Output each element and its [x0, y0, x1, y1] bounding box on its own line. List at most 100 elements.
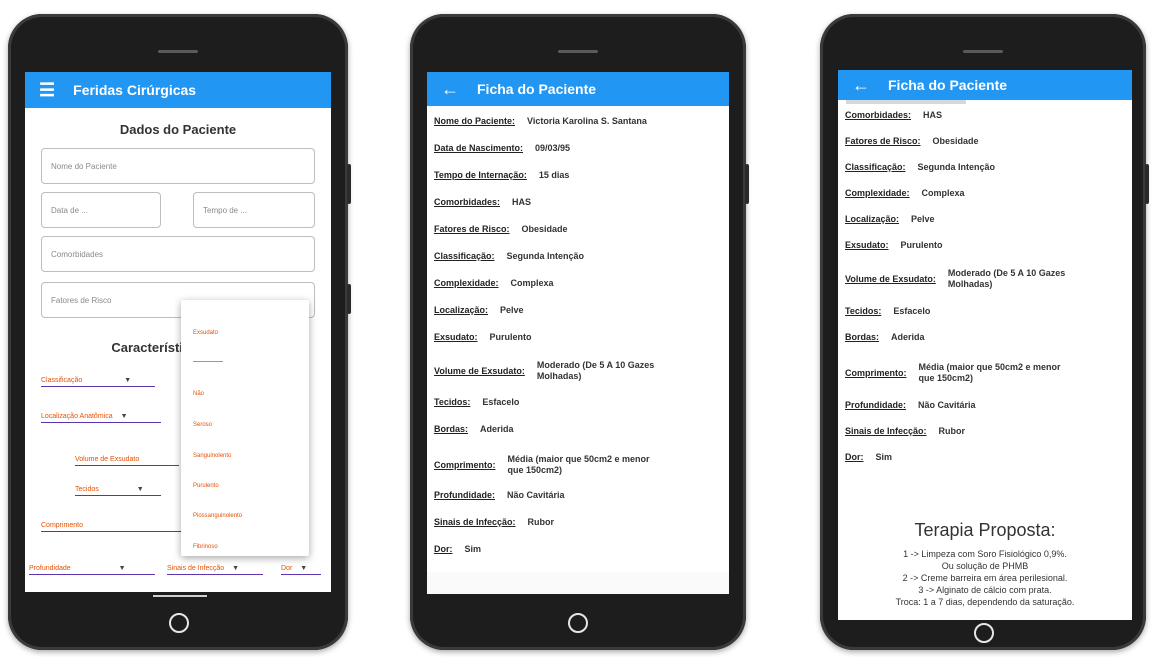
- footer-strip: [427, 572, 729, 594]
- phone-device-1: ☰ Feridas Cirúrgicas Dados do Paciente N…: [8, 14, 351, 650]
- phone-screen-1: ☰ Feridas Cirúrgicas Dados do Paciente N…: [25, 72, 331, 592]
- dropdown-option[interactable]: Piossanguinolento: [193, 513, 242, 519]
- record-label: Data de Nascimento:: [434, 143, 524, 153]
- record-row: Exsudato: Purulento: [434, 332, 532, 342]
- record-row: Tempo de Internação: 15 dias: [434, 170, 569, 180]
- record-label: Tempo de Internação:: [434, 170, 527, 180]
- record-value: 09/03/95: [535, 143, 571, 153]
- side-button: [1145, 164, 1149, 204]
- location-select[interactable]: Localização Anatômica ▼: [41, 413, 161, 423]
- record-label: Profundidade:: [434, 490, 495, 500]
- record-value: Obesidade: [932, 136, 979, 146]
- speaker-grille: [963, 50, 1003, 53]
- record-row: Fatores de Risco: Obesidade: [434, 224, 568, 234]
- dropdown-option[interactable]: Purulento: [193, 483, 219, 489]
- record-label: Bordas:: [434, 424, 469, 434]
- dropdown-arrow-icon: ▼: [300, 565, 308, 572]
- record-value: Moderado (De 5 A 10 Gazes Molhadas): [536, 360, 655, 381]
- record-value: Victoria Karolina S. Santana: [527, 116, 647, 126]
- app-bar-title: Ficha do Paciente: [477, 81, 597, 97]
- home-button-icon[interactable]: [974, 623, 994, 643]
- home-button-icon[interactable]: [169, 613, 189, 633]
- record-label: Sinais de Infecção:: [434, 517, 516, 527]
- birth-date-field[interactable]: Data de ...: [41, 192, 161, 228]
- select-label: Profundidade: [29, 565, 71, 572]
- dropdown-divider: [193, 361, 223, 362]
- record-label: Dor:: [434, 544, 453, 554]
- record-row: Comprimento: Média (maior que 50cm2 e men…: [434, 454, 658, 476]
- record-label: Exsudato:: [434, 332, 478, 342]
- therapy-line: 2 -> Creme barreira em área perilesional…: [902, 573, 1068, 583]
- record-row: Sinais de Infecção: Rubor: [845, 426, 965, 436]
- app-bar-title: Ficha do Paciente: [888, 77, 1008, 93]
- record-row: Fatores de Risco: Obesidade: [845, 136, 979, 146]
- infection-signs-select[interactable]: Sinais de Infecção ▼: [167, 565, 263, 575]
- phone-device-3: ← Ficha do Paciente Comorbidades: HAS Fato…: [820, 14, 1149, 650]
- record-row: Profundidade: Não Cavitária: [434, 490, 565, 500]
- record-label: Localização:: [845, 214, 900, 224]
- arrow-left-icon[interactable]: ←: [441, 79, 459, 100]
- record-row: Volume de Exsudato: Moderado (De 5 A 10 G…: [434, 360, 687, 382]
- side-button: [347, 284, 351, 314]
- record-value: Não Cavitária: [507, 490, 565, 500]
- patient-name-field[interactable]: Nome do Paciente: [41, 148, 315, 184]
- dropdown-arrow-icon: ▼: [232, 565, 240, 572]
- record-label: Volume de Exsudato:: [434, 366, 525, 376]
- arrow-left-icon[interactable]: ←: [852, 75, 870, 96]
- record-label: Profundidade:: [845, 400, 906, 410]
- record-row: Nome do Paciente: Victoria Karolina S. Sa…: [434, 116, 647, 126]
- hamburger-icon[interactable]: ☰: [39, 80, 55, 101]
- comorbidities-field[interactable]: Comorbidades: [41, 236, 315, 272]
- record-row: Bordas: Aderida: [434, 424, 514, 434]
- stay-time-field[interactable]: Tempo de ...: [193, 192, 315, 228]
- record-label: Fatores de Risco:: [845, 136, 921, 146]
- therapy-line: 1 -> Limpeza com Soro Fisiológico 0,9%.: [903, 549, 1067, 559]
- record-value: Média (maior que 50cm2 e menor que 150cm…: [507, 454, 650, 475]
- dropdown-option[interactable]: Fibrinoso: [193, 544, 218, 550]
- home-button-icon[interactable]: [568, 613, 588, 633]
- record-value: Não Cavitária: [918, 400, 976, 410]
- classification-select[interactable]: Classificação ▼: [41, 377, 155, 387]
- therapy-line: Troca: 1 a 7 dias, dependendo da saturaç…: [895, 597, 1075, 607]
- therapy-line: Ou solução de PHMB: [941, 561, 1029, 571]
- record-row: Complexidade: Complexa: [845, 188, 965, 198]
- select-label: Dor: [281, 565, 293, 572]
- exudate-volume-select[interactable]: Volume de Exsudato: [75, 456, 179, 466]
- speaker-grille: [558, 50, 598, 53]
- record-value: HAS: [512, 197, 532, 207]
- record-label: Complexidade:: [845, 188, 910, 198]
- nav-indicator: [153, 595, 207, 597]
- record-row: Sinais de Infecção: Rubor: [434, 517, 554, 527]
- record-label: Comorbidades:: [434, 197, 501, 207]
- select-label: Comprimento: [41, 522, 84, 529]
- record-row: Volume de Exsudato: Moderado (De 5 A 10 G…: [845, 268, 1108, 290]
- length-select[interactable]: Comprimento: [41, 522, 181, 532]
- record-value: Pelve: [500, 305, 524, 315]
- record-row: Comorbidades: HAS: [845, 110, 942, 120]
- record-label: Bordas:: [845, 332, 880, 342]
- dropdown-option[interactable]: Sanguinolento: [193, 453, 231, 459]
- app-bar: ☰ Feridas Cirúrgicas: [25, 72, 331, 108]
- record-row: Dor: Sim: [845, 452, 892, 462]
- select-label: Volume de Exsudato: [75, 456, 140, 463]
- section-title: Dados do Paciente: [119, 122, 237, 137]
- record-value: Sim: [875, 452, 893, 462]
- record-row: Classificação: Segunda Intenção: [434, 251, 584, 261]
- tissues-select[interactable]: Tecidos ▼: [75, 486, 161, 496]
- dropdown-option[interactable]: Não: [193, 391, 204, 397]
- dropdown-arrow-icon: ▼: [124, 377, 132, 384]
- record-row: Tecidos: Esfacelo: [434, 397, 519, 407]
- record-value: Complexa: [510, 278, 554, 288]
- dropdown-arrow-icon: ▼: [136, 486, 144, 493]
- select-label: Classificação: [41, 377, 83, 384]
- record-row: Dor: Sim: [434, 544, 481, 554]
- record-value: Sim: [464, 544, 482, 554]
- dropdown-option[interactable]: Seroso: [193, 422, 212, 428]
- depth-select[interactable]: Profundidade ▼: [29, 565, 155, 575]
- record-label: Comprimento:: [845, 368, 907, 378]
- record-label: Sinais de Infecção:: [845, 426, 927, 436]
- speaker-grille: [158, 50, 198, 53]
- record-value: Purulento: [489, 332, 532, 342]
- pain-select[interactable]: Dor ▼: [281, 565, 321, 575]
- record-row: Localização: Pelve: [845, 214, 935, 224]
